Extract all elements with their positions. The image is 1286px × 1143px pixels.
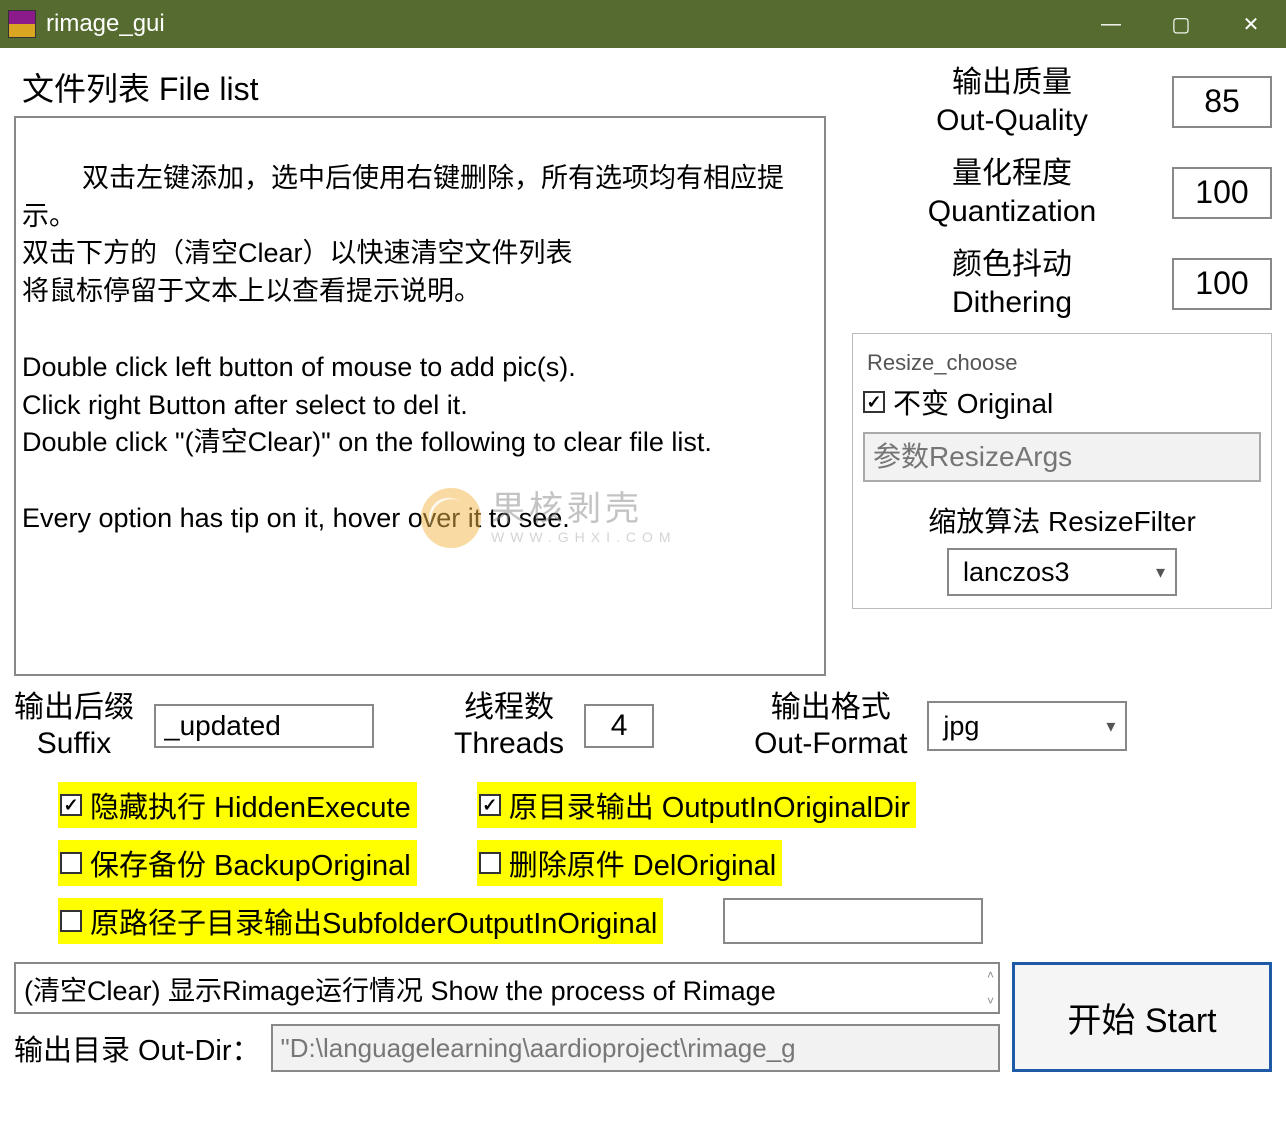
subfolder-output-label: 原路径子目录输出SubfolderOutputInOriginal <box>90 900 657 942</box>
resize-filter-label: 缩放算法 ResizeFilter <box>863 500 1261 540</box>
dithering-input[interactable] <box>1172 258 1272 310</box>
out-format-label: 输出格式 Out-Format <box>754 690 907 762</box>
threads-label: 线程数 Threads <box>454 690 564 762</box>
threads-input[interactable] <box>584 704 654 748</box>
status-box[interactable]: (清空Clear) 显示Rimage运行情况 Show the process … <box>14 962 1000 1014</box>
dithering-label: 颜色抖动 Dithering <box>852 246 1172 321</box>
suffix-input[interactable] <box>154 704 374 748</box>
backup-original-label: 保存备份 BackupOriginal <box>90 842 411 884</box>
out-quality-label: 输出质量 Out-Quality <box>852 64 1172 139</box>
hidden-execute-label: 隐藏执行 HiddenExecute <box>90 784 411 826</box>
file-list-text: 双击左键添加，选中后使用右键删除，所有选项均有相应提示。 双击下方的（清空Cle… <box>22 163 784 533</box>
file-list-title: 文件列表 File list <box>22 64 832 110</box>
resize-legend: Resize_choose <box>863 350 1021 376</box>
resize-args-input[interactable] <box>863 432 1261 482</box>
quantization-input[interactable] <box>1172 167 1272 219</box>
del-original-checkbox[interactable] <box>479 852 501 874</box>
original-label: 不变 Original <box>893 382 1053 422</box>
original-checkbox[interactable] <box>863 391 885 413</box>
out-format-select[interactable]: jpg ▾ <box>927 701 1127 751</box>
del-original-label: 删除原件 DelOriginal <box>509 842 777 884</box>
suffix-label: 输出后缀 Suffix <box>14 690 134 762</box>
out-dir-input[interactable] <box>271 1024 1000 1072</box>
output-in-original-dir-checkbox[interactable] <box>479 794 501 816</box>
close-button[interactable]: ✕ <box>1216 0 1286 48</box>
title-bar: rimage_gui ― ▢ ✕ <box>0 0 1286 48</box>
chevron-down-icon: ▾ <box>1106 716 1115 737</box>
resize-fieldset: Resize_choose 不变 Original 缩放算法 ResizeFil… <box>852 333 1272 609</box>
quantization-label: 量化程度 Quantization <box>852 155 1172 230</box>
subfolder-output-checkbox[interactable] <box>60 910 82 932</box>
output-in-original-dir-label: 原目录输出 OutputInOriginalDir <box>509 784 910 826</box>
file-list-box[interactable]: 双击左键添加，选中后使用右键删除，所有选项均有相应提示。 双击下方的（清空Cle… <box>14 116 826 676</box>
out-dir-label: 输出目录 Out-Dir： <box>14 1027 261 1069</box>
maximize-button[interactable]: ▢ <box>1146 0 1216 48</box>
out-quality-input[interactable] <box>1172 76 1272 128</box>
window-title: rimage_gui <box>46 10 165 38</box>
spinner-icon[interactable]: ˄˅ <box>987 968 994 1008</box>
hidden-execute-checkbox[interactable] <box>60 794 82 816</box>
minimize-button[interactable]: ― <box>1076 0 1146 48</box>
backup-original-checkbox[interactable] <box>60 852 82 874</box>
resize-filter-select[interactable]: lanczos3 ▾ <box>947 548 1177 596</box>
chevron-down-icon: ▾ <box>1156 562 1165 583</box>
subfolder-name-input[interactable] <box>723 898 983 944</box>
start-button[interactable]: 开始 Start <box>1012 962 1272 1072</box>
app-icon <box>8 10 36 38</box>
